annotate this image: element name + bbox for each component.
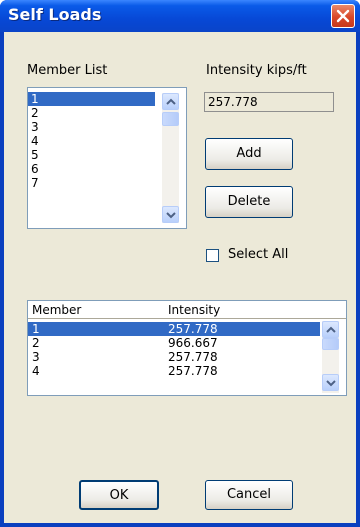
cell-member: 1 (32, 322, 40, 336)
cell-intensity: 966.667 (168, 336, 218, 350)
cell-intensity: 257.778 (168, 322, 218, 336)
chevron-up-icon (166, 98, 176, 105)
select-all-label: Select All (228, 247, 289, 262)
scroll-thumb[interactable] (162, 112, 179, 126)
scroll-down-button[interactable] (162, 206, 179, 223)
chevron-up-icon (326, 326, 336, 333)
member-list-item[interactable]: 7 (28, 176, 155, 190)
add-button[interactable]: Add (205, 138, 293, 170)
loads-table[interactable]: Member Intensity 1 257.778 2 966.667 3 2… (27, 300, 347, 396)
loads-table-header: Member Intensity (28, 301, 346, 319)
column-header-intensity[interactable]: Intensity (168, 301, 220, 319)
member-list-scrollbar[interactable] (162, 93, 179, 223)
chevron-down-icon (326, 380, 336, 387)
cancel-button[interactable]: Cancel (205, 480, 293, 510)
member-list-label: Member List (27, 63, 108, 78)
window-title: Self Loads (8, 5, 102, 24)
delete-button[interactable]: Delete (205, 186, 293, 218)
cell-member: 4 (32, 364, 40, 378)
title-bar[interactable]: Self Loads (0, 0, 360, 32)
member-list-item[interactable]: 5 (28, 148, 155, 162)
select-all-checkbox[interactable] (206, 249, 219, 262)
scroll-down-button[interactable] (322, 374, 339, 391)
table-row[interactable]: 3 257.778 (28, 350, 320, 364)
loads-table-scrollbar[interactable] (322, 321, 339, 393)
cell-intensity: 257.778 (168, 350, 218, 364)
chevron-down-icon (166, 212, 176, 219)
close-icon (336, 9, 350, 23)
cell-intensity: 257.778 (168, 364, 218, 378)
self-loads-window: Self Loads Member List 1 2 3 4 5 6 7 Int… (0, 0, 360, 527)
intensity-label: Intensity kips/ft (206, 63, 307, 78)
close-button[interactable] (331, 4, 355, 28)
table-row[interactable]: 2 966.667 (28, 336, 320, 350)
member-list-item[interactable]: 1 (28, 92, 155, 106)
scroll-thumb[interactable] (322, 338, 339, 350)
member-list-box[interactable]: 1 2 3 4 5 6 7 (27, 87, 187, 229)
scroll-up-button[interactable] (162, 93, 179, 110)
intensity-field[interactable]: 257.778 (204, 92, 334, 112)
member-list-item[interactable]: 4 (28, 134, 155, 148)
table-row[interactable]: 4 257.778 (28, 364, 320, 378)
table-row[interactable]: 1 257.778 (28, 322, 320, 336)
column-header-member[interactable]: Member (32, 301, 81, 319)
cell-member: 2 (32, 336, 40, 350)
ok-button[interactable]: OK (79, 480, 159, 510)
cell-member: 3 (32, 350, 40, 364)
member-list-item[interactable]: 2 (28, 106, 155, 120)
member-list-item[interactable]: 3 (28, 120, 155, 134)
scroll-up-button[interactable] (322, 321, 339, 338)
dialog-body: Member List 1 2 3 4 5 6 7 Intensity kips… (4, 32, 356, 523)
member-list-item[interactable]: 6 (28, 162, 155, 176)
